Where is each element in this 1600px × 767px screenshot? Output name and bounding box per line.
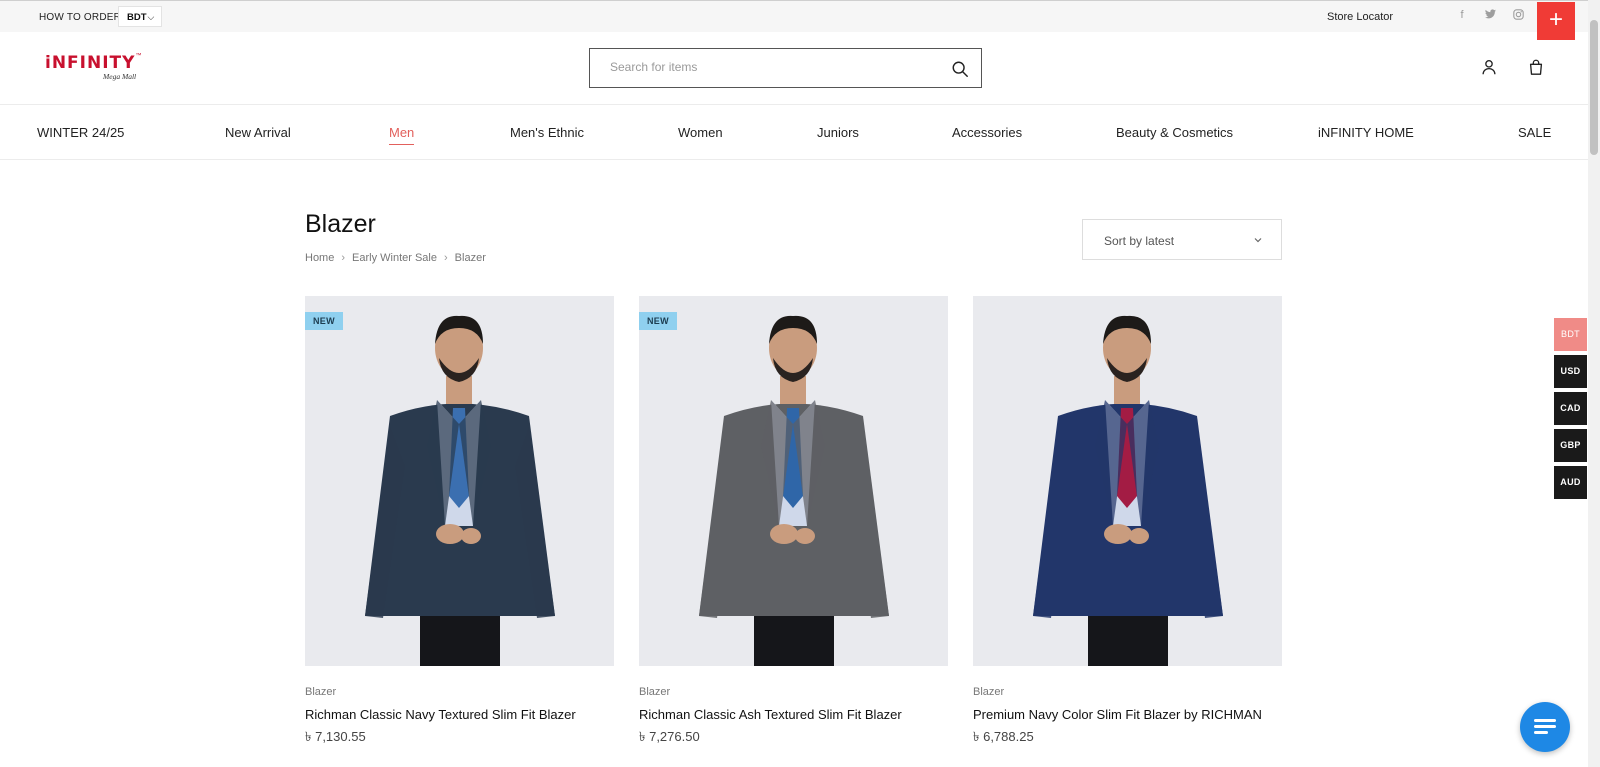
product-image[interactable]: NEW (305, 296, 614, 666)
currency-option-usd[interactable]: USD (1554, 355, 1587, 388)
site-header: iNFINITY™ Mega Mall (0, 32, 1600, 105)
chevron-right-icon: › (444, 252, 448, 264)
instagram-icon[interactable] (1511, 9, 1525, 23)
product-price: ৳ 7,130.55 (305, 729, 366, 744)
currency-selector-value: BDT (127, 12, 147, 23)
facebook-icon[interactable]: f (1455, 9, 1469, 21)
product-name[interactable]: Premium Navy Color Slim Fit Blazer by RI… (973, 707, 1262, 722)
product-photo (639, 296, 948, 666)
twitter-icon[interactable] (1483, 9, 1497, 22)
chat-icon-line (1534, 731, 1548, 734)
breadcrumb: Home › Early Winter Sale › Blazer (305, 252, 486, 264)
main-nav: WINTER 24/25 New Arrival Men Men's Ethni… (0, 105, 1600, 160)
chevron-down-icon: ⌵ (147, 12, 155, 22)
nav-item-beauty-cosmetics[interactable]: Beauty & Cosmetics (1116, 125, 1233, 140)
new-badge: NEW (305, 312, 343, 330)
scrollbar-thumb[interactable] (1590, 20, 1598, 155)
nav-item-juniors[interactable]: Juniors (817, 125, 859, 140)
product-price: ৳ 7,276.50 (639, 729, 700, 744)
chat-button[interactable] (1520, 702, 1570, 752)
nav-item-men[interactable]: Men (389, 125, 415, 145)
breadcrumb-current: Blazer (454, 252, 486, 264)
nav-item-winter[interactable]: WINTER 24/25 (37, 125, 124, 140)
product-name[interactable]: Richman Classic Ash Textured Slim Fit Bl… (639, 707, 902, 722)
nav-item-sale[interactable]: SALE (1518, 125, 1551, 140)
page-scrollbar[interactable] (1588, 0, 1600, 767)
currency-option-gbp[interactable]: GBP (1554, 429, 1587, 462)
currency-option-bdt[interactable]: BDT (1554, 318, 1587, 351)
currency-option-cad[interactable]: CAD (1554, 392, 1587, 425)
product-card[interactable]: NEW Blazer Richman Classic Navy Textured… (305, 296, 614, 744)
search-input[interactable] (610, 60, 930, 74)
breadcrumb-home[interactable]: Home (305, 252, 334, 264)
logo-tagline: Mega Mall (103, 72, 137, 81)
product-photo (305, 296, 614, 666)
logo-wordmark: iNFINITY (45, 53, 136, 73)
nav-item-infinity-home[interactable]: iNFINITY HOME (1318, 125, 1414, 140)
product-photo (973, 296, 1282, 666)
shopping-bag-icon[interactable] (1527, 58, 1545, 76)
site-logo[interactable]: iNFINITY™ Mega Mall (45, 53, 155, 85)
product-category[interactable]: Blazer (973, 686, 1004, 698)
sort-dropdown[interactable]: Sort by latest (1082, 219, 1282, 260)
search-icon[interactable] (951, 60, 969, 78)
breadcrumb-early-winter-sale[interactable]: Early Winter Sale (352, 252, 437, 264)
how-to-order-link[interactable]: HOW TO ORDER (39, 12, 121, 23)
chat-icon-line (1534, 719, 1556, 722)
product-category[interactable]: Blazer (639, 686, 670, 698)
currency-selector[interactable]: BDT⌵ (118, 6, 162, 27)
product-category[interactable]: Blazer (305, 686, 336, 698)
user-account-icon[interactable] (1480, 58, 1498, 76)
new-badge: NEW (639, 312, 677, 330)
nav-item-women[interactable]: Women (678, 125, 723, 140)
chat-icon-line (1534, 725, 1556, 728)
search-box (589, 48, 982, 88)
product-card[interactable]: NEW Blazer Richman Classic Ash Textured … (639, 296, 948, 744)
nav-item-mens-ethnic[interactable]: Men's Ethnic (510, 125, 584, 140)
product-price: ৳ 6,788.25 (973, 729, 1034, 744)
product-image[interactable]: NEW (639, 296, 948, 666)
top-bar: HOW TO ORDER BDT⌵ Store Locator f + (0, 0, 1600, 40)
nav-item-accessories[interactable]: Accessories (952, 125, 1022, 140)
product-name[interactable]: Richman Classic Navy Textured Slim Fit B… (305, 707, 576, 722)
store-locator-link[interactable]: Store Locator (1327, 11, 1393, 23)
chevron-down-icon (1254, 238, 1262, 243)
page-title: Blazer (305, 210, 376, 238)
nav-item-new-arrival[interactable]: New Arrival (225, 125, 291, 140)
chevron-right-icon: › (341, 252, 346, 264)
currency-option-aud[interactable]: AUD (1554, 466, 1587, 499)
product-card[interactable]: Blazer Premium Navy Color Slim Fit Blaze… (973, 296, 1282, 744)
product-image[interactable] (973, 296, 1282, 666)
logo-trademark: ™ (135, 53, 142, 59)
sort-dropdown-value: Sort by latest (1104, 234, 1175, 248)
